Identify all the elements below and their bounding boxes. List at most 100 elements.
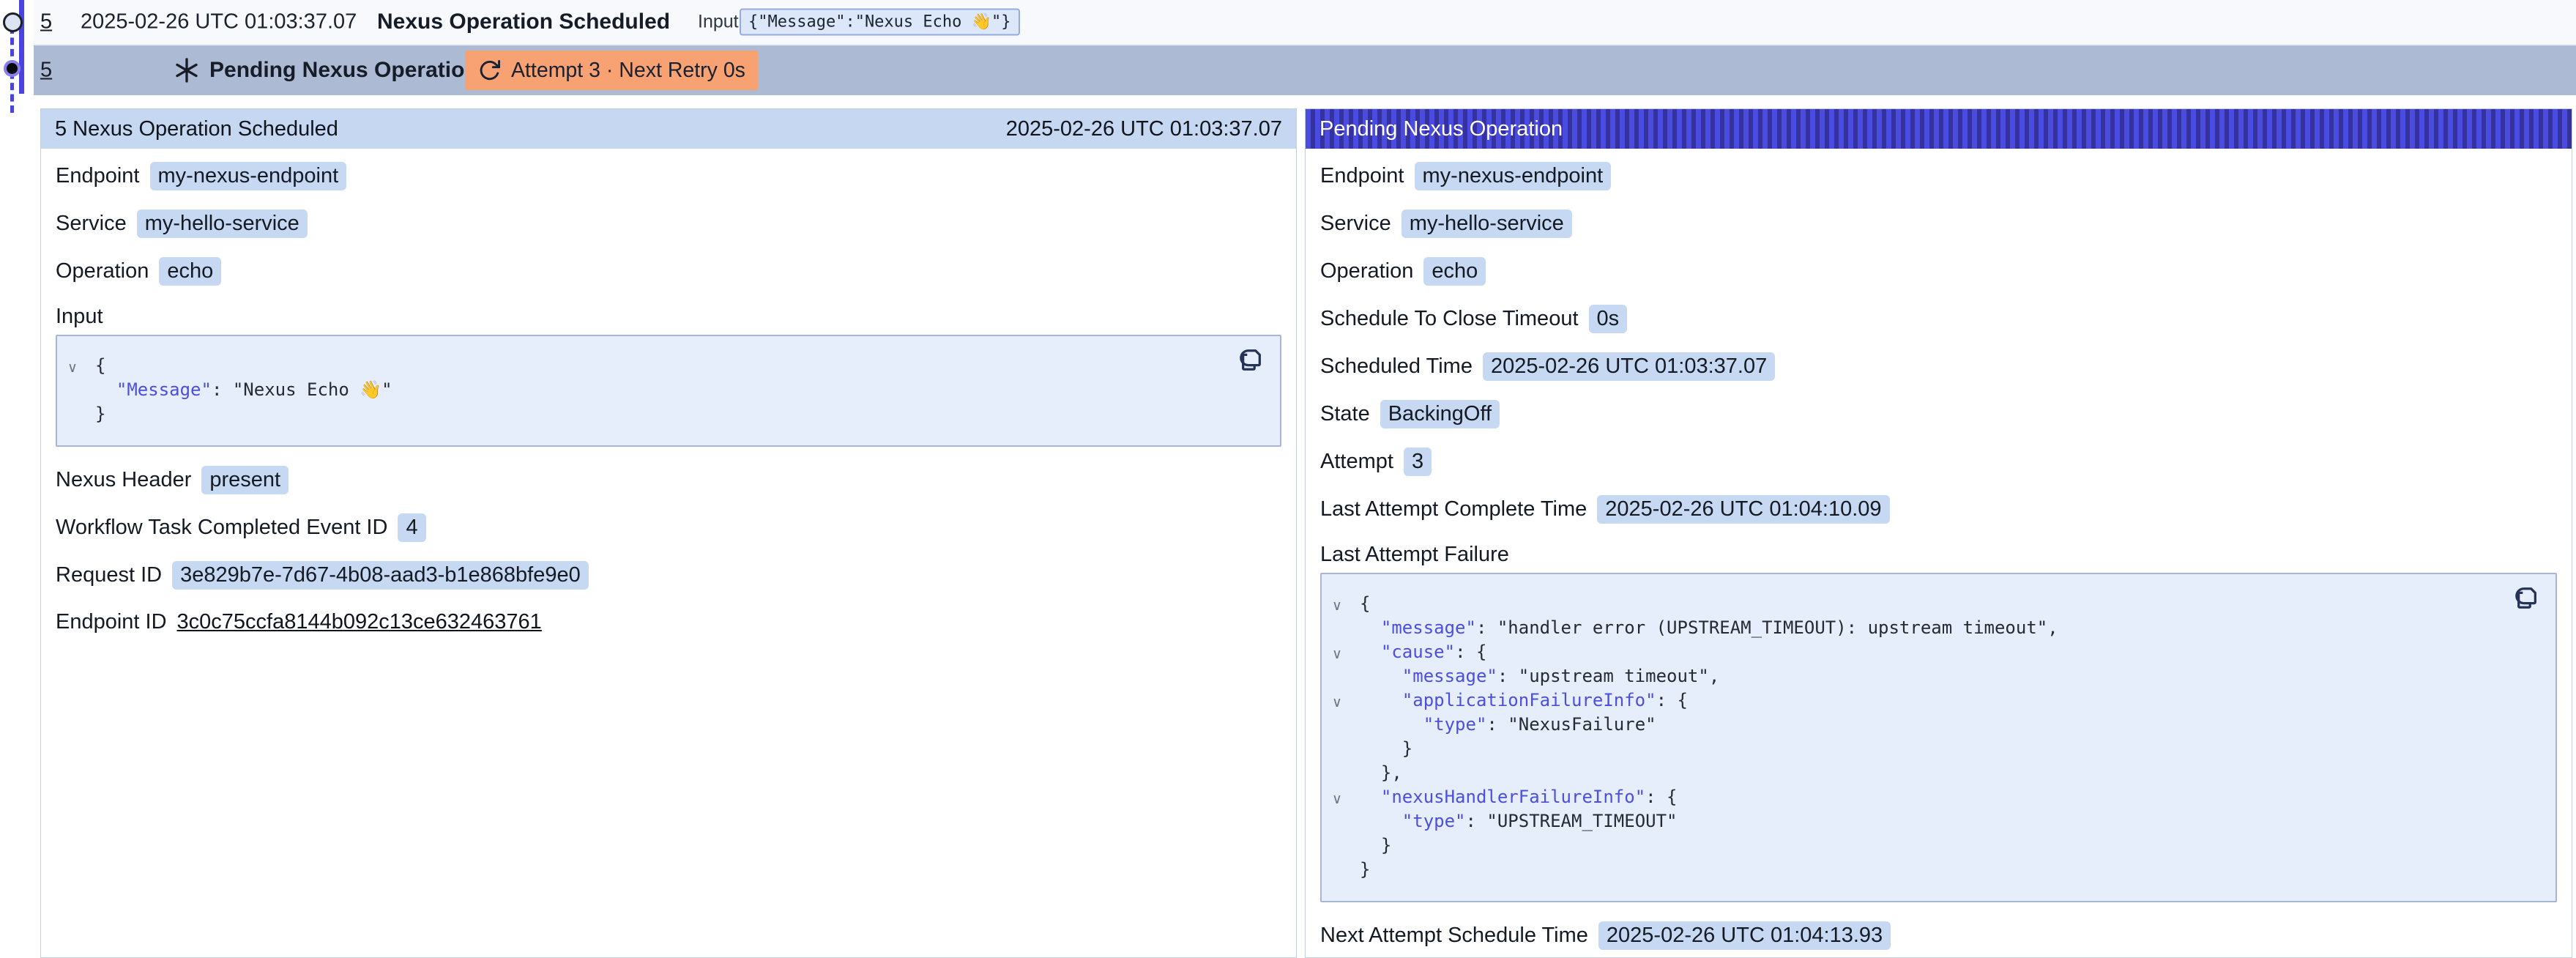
- collapse-chevron-icon[interactable]: ∨: [1332, 787, 1342, 812]
- json-code-line: ∨{: [1322, 592, 2497, 616]
- retry-badge: Attempt 3 · Next Retry 0s: [465, 51, 758, 90]
- json-text: [1360, 642, 1381, 662]
- field-label: State: [1320, 402, 1370, 426]
- field-label: Next Attempt Schedule Time: [1320, 924, 1588, 948]
- json-text: }: [1360, 738, 1412, 759]
- json-code-line: },: [1322, 761, 2497, 785]
- json-text: : "Nexus Echo 👋": [212, 379, 392, 400]
- json-text: },: [1360, 762, 1402, 783]
- collapse-chevron-icon[interactable]: ∨: [67, 356, 78, 380]
- json-text: [1360, 617, 1381, 638]
- detail-field-service: Service my-hello-service: [1320, 209, 2557, 238]
- input-value-chip[interactable]: {"Message":"Nexus Echo 👋"}: [740, 9, 1020, 36]
- last-attempt-failure-json-block: ∨{ "message": "handler error (UPSTREAM_T…: [1320, 573, 2557, 902]
- json-text: }: [1360, 859, 1370, 880]
- field-label: Service: [1320, 212, 1391, 236]
- field-value-chip: 2025-02-26 UTC 01:04:13.93: [1598, 921, 1891, 950]
- input-label: Input: [698, 12, 739, 33]
- detail-field-state: State BackingOff: [1320, 400, 2557, 428]
- field-label: Workflow Task Completed Event ID: [56, 516, 387, 540]
- field-label: Endpoint: [56, 164, 140, 188]
- json-key: "message": [1402, 666, 1497, 686]
- detail-field-attempt: Attempt3: [1320, 448, 2557, 476]
- json-code-line: "message": "handler error (UPSTREAM_TIME…: [1322, 616, 2497, 640]
- field-label: Endpoint: [1320, 164, 1404, 188]
- json-text: : "handler error (UPSTREAM_TIMEOUT): ups…: [1476, 617, 2058, 638]
- field-value-chip: my-nexus-endpoint: [150, 162, 347, 190]
- json-text: [1360, 666, 1402, 686]
- json-text: [95, 379, 116, 400]
- json-text: : {: [1656, 690, 1688, 710]
- json-code-line: }: [57, 402, 1221, 426]
- collapse-chevron-icon[interactable]: ∨: [1332, 642, 1342, 666]
- json-key: "nexusHandlerFailureInfo": [1381, 787, 1645, 807]
- event-row-pending[interactable]: 5 Pending Nexus Operation Attempt 3 · Ne…: [34, 45, 2576, 95]
- detail-field-last-attempt-complete-time: Last Attempt Complete Time 2025-02-26 UTC…: [1320, 495, 2557, 524]
- field-value-chip: echo: [159, 257, 221, 286]
- field-label: Service: [56, 212, 127, 236]
- json-text: : "upstream timeout",: [1497, 666, 1719, 686]
- json-text: [1360, 714, 1423, 735]
- scheduled-panel-title: 5 Nexus Operation Scheduled: [55, 117, 338, 141]
- field-value-chip: 3e829b7e-7d67-4b08-aad3-b1e868bfe9e0: [172, 561, 589, 590]
- detail-field-operation: Operationecho: [1320, 257, 2557, 286]
- field-label: Schedule To Close Timeout: [1320, 307, 1579, 331]
- copy-icon[interactable]: [1239, 346, 1264, 374]
- json-text: }: [1360, 835, 1391, 855]
- timeline-node-pending: [4, 60, 21, 77]
- json-code-line: }: [1322, 858, 2497, 882]
- copy-icon[interactable]: [2514, 584, 2539, 612]
- field-label: Scheduled Time: [1320, 354, 1473, 379]
- field-value-chip: my-hello-service: [1401, 209, 1572, 238]
- field-value-chip: 4: [398, 513, 425, 542]
- json-code-line: ∨{: [57, 354, 1221, 378]
- field-label: Attempt: [1320, 450, 1393, 474]
- retry-icon: [477, 59, 502, 83]
- event-row-scheduled[interactable]: 5 2025-02-26 UTC 01:03:37.07 Nexus Opera…: [34, 0, 2576, 45]
- field-label: Nexus Header: [56, 468, 191, 492]
- field-label: Last Attempt Complete Time: [1320, 497, 1587, 521]
- pending-asterisk-icon: [173, 56, 201, 84]
- json-text: : "UPSTREAM_TIMEOUT": [1466, 811, 1678, 831]
- json-code-line: "message": "upstream timeout",: [1322, 664, 2497, 688]
- json-text: [1360, 787, 1381, 807]
- retry-badge-text: Attempt 3 · Next Retry 0s: [511, 59, 745, 83]
- json-code-line: "type": "UPSTREAM_TIMEOUT": [1322, 809, 2497, 833]
- field-label: Input: [56, 305, 103, 329]
- field-value-chip: 2025-02-26 UTC 01:03:37.07: [1483, 352, 1775, 381]
- json-code-line: }: [1322, 833, 2497, 858]
- json-code-line: "type": "NexusFailure": [1322, 713, 2497, 737]
- json-code-line: ∨ "cause": {: [1322, 640, 2497, 664]
- pending-panel-fields: Endpointmy-nexus-endpoint Service my-hello…: [1306, 149, 2572, 950]
- pending-operation-panel: Pending Nexus Operation Endpointmy-nexus…: [1305, 108, 2572, 958]
- json-key: "type": [1402, 811, 1466, 831]
- event-id-link[interactable]: 5: [40, 10, 52, 34]
- field-value-chip: 2025-02-26 UTC 01:04:10.09: [1597, 495, 1889, 524]
- scheduled-panel-header: 5 Nexus Operation Scheduled 2025-02-26 U…: [41, 109, 1296, 149]
- json-text: : {: [1455, 642, 1486, 662]
- detail-field-next-attempt-schedule-time: Next Attempt Schedule Time 2025-02-26 UTC…: [1320, 921, 2557, 950]
- collapse-chevron-icon[interactable]: ∨: [1332, 691, 1342, 715]
- event-detail-panel-scheduled: 5 Nexus Operation Scheduled 2025-02-26 U…: [40, 108, 1297, 958]
- detail-field-last-attempt-failure: Last Attempt Failure: [1320, 543, 2557, 567]
- field-label: Last Attempt Failure: [1320, 543, 1509, 567]
- detail-field-endpoint: Endpoint my-nexus-endpoint: [56, 162, 1281, 190]
- detail-field-workflow-task-completed-event-id: Workflow Task Completed Event ID 4: [56, 513, 1281, 542]
- detail-field-endpoint-id: Endpoint ID 3c0c75ccfa8144b092c13ce632463…: [56, 609, 1281, 636]
- detail-field-endpoint: Endpointmy-nexus-endpoint: [1320, 162, 2557, 190]
- detail-field-nexus-header: Nexus Header present: [56, 466, 1281, 494]
- endpoint-id-link[interactable]: 3c0c75ccfa8144b092c13ce632463761: [177, 610, 542, 634]
- json-text: : {: [1645, 787, 1677, 807]
- json-code-line: ∨ "applicationFailureInfo": {: [1322, 688, 2497, 713]
- pending-event-id-link[interactable]: 5: [40, 59, 52, 83]
- input-json-block: ∨{ "Message": "Nexus Echo 👋"}: [56, 335, 1281, 447]
- event-title: Nexus Operation Scheduled: [377, 10, 670, 34]
- field-value-chip: present: [201, 466, 289, 494]
- field-value-chip: BackingOff: [1380, 400, 1500, 428]
- json-text: {: [95, 355, 105, 376]
- field-label: Endpoint ID: [56, 610, 167, 634]
- collapse-chevron-icon[interactable]: ∨: [1332, 594, 1342, 618]
- scheduled-panel-fields: Endpointmy-nexus-endpointServicemy-hello…: [41, 149, 1296, 636]
- scheduled-panel-time: 2025-02-26 UTC 01:03:37.07: [1006, 117, 1282, 141]
- json-key: "type": [1423, 714, 1487, 735]
